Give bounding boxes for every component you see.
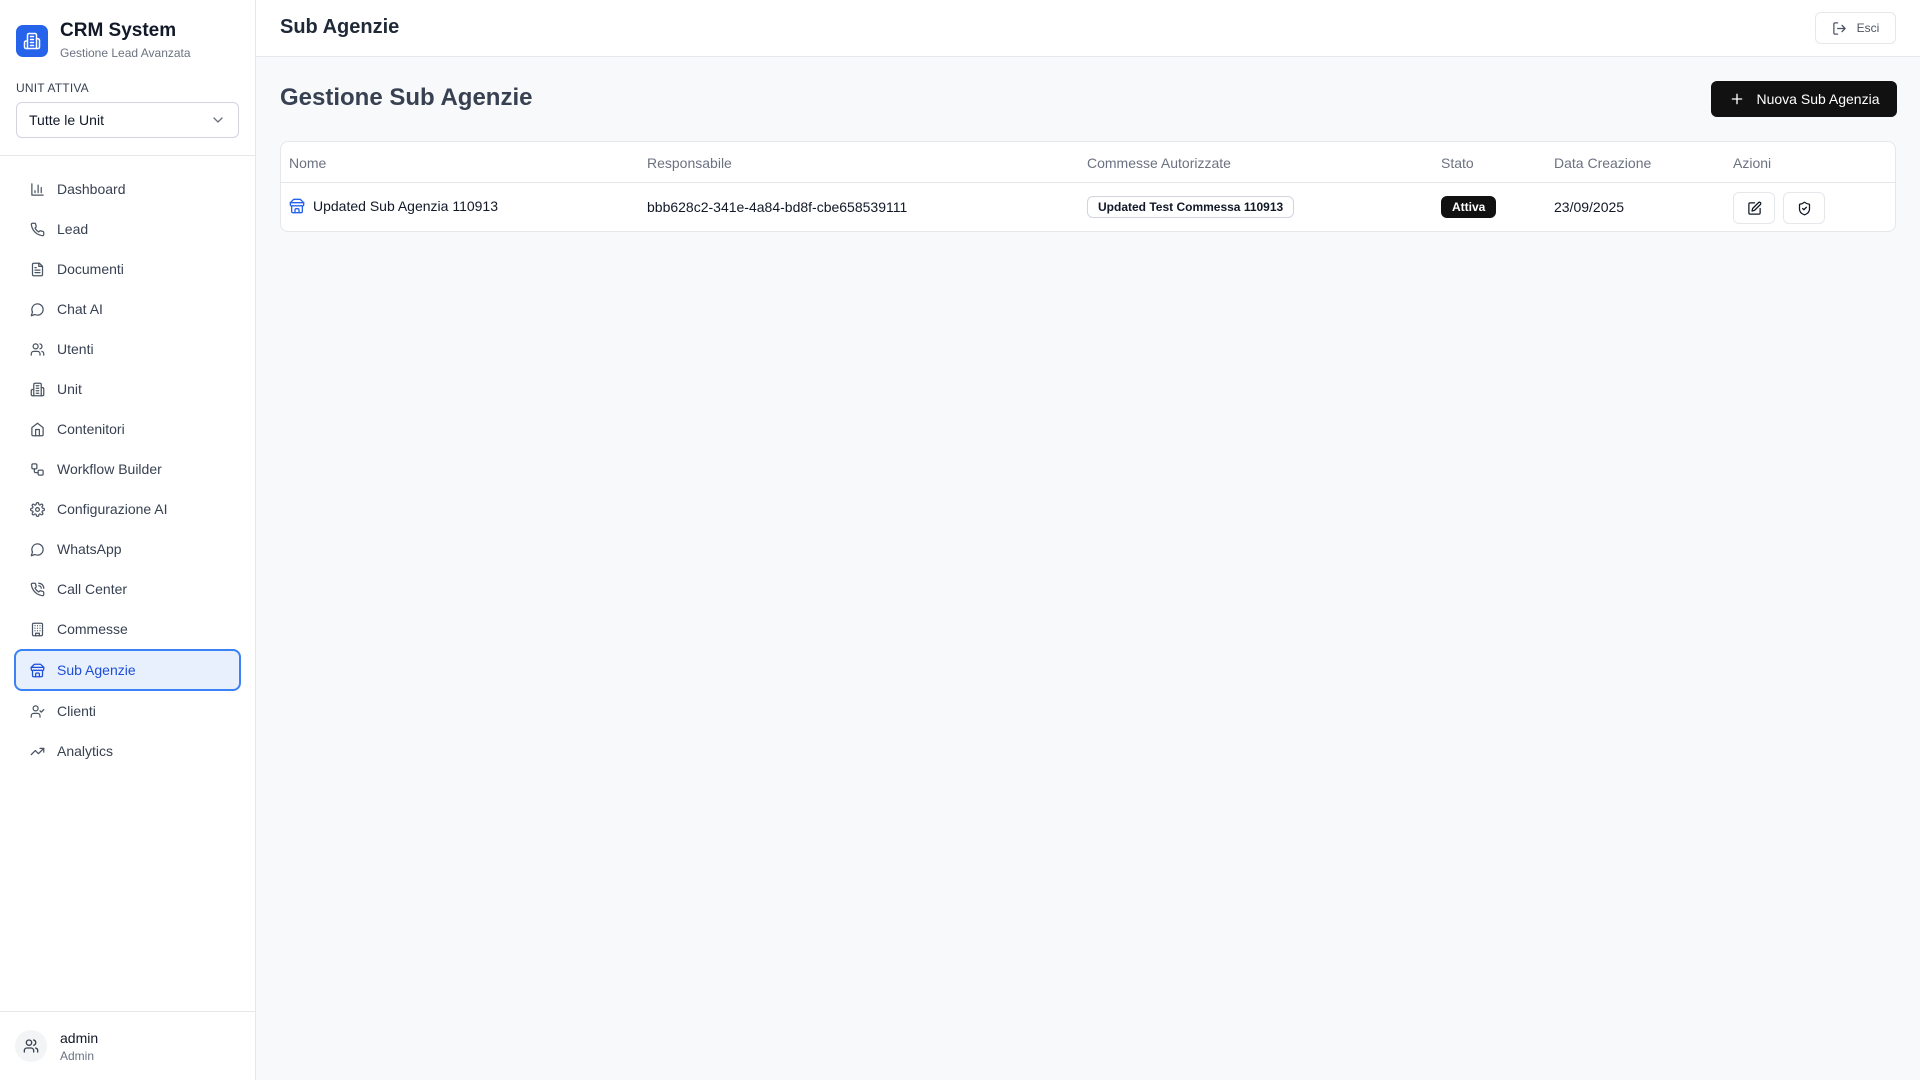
commessa-chip: Updated Test Commessa 110913 — [1087, 196, 1295, 218]
sidebar-item-chat-ai[interactable]: Chat AI — [14, 289, 241, 329]
unit-selector-label: UNIT ATTIVA — [16, 81, 89, 95]
plus-icon — [1729, 91, 1745, 107]
app-title: CRM System — [60, 20, 177, 41]
sidebar-item-label: Configurazione AI — [57, 501, 168, 517]
sidebar-item-label: Lead — [57, 221, 89, 237]
trending-up-icon — [29, 743, 45, 759]
sidebar-item-analytics[interactable]: Analytics — [14, 731, 241, 771]
sidebar-item-unit[interactable]: Unit — [14, 369, 241, 409]
sidebar-item-label: Call Center — [57, 581, 128, 597]
user-role: Admin — [60, 1049, 95, 1063]
column-header-data-creazione[interactable]: Data Creazione — [1554, 155, 1651, 171]
phone-icon — [29, 221, 45, 237]
sub-agencies-table: Nome Responsabile Commesse Autorizzate S… — [280, 141, 1896, 232]
sidebar-item-label: WhatsApp — [57, 541, 122, 557]
column-header-stato[interactable]: Stato — [1441, 155, 1474, 171]
logout-button[interactable]: Esci — [1815, 12, 1896, 44]
edit-icon — [1747, 201, 1762, 216]
sidebar-item-documenti[interactable]: Documenti — [14, 249, 241, 289]
cell-nome: Updated Sub Agenzia 110913 — [289, 198, 498, 214]
brand: CRM System Gestione Lead Avanzata — [16, 20, 191, 61]
chevron-down-icon — [210, 112, 226, 128]
building-icon — [29, 381, 45, 397]
sidebar-item-label: Utenti — [57, 341, 94, 357]
sidebar-item-label: Documenti — [57, 261, 124, 277]
sidebar-item-label: Commesse — [57, 621, 128, 637]
sidebar-nav: Dashboard Lead Documenti Chat AI Utenti … — [14, 169, 241, 771]
shield-check-icon — [1797, 201, 1812, 216]
log-out-icon — [1832, 21, 1847, 36]
column-header-commesse[interactable]: Commesse Autorizzate — [1087, 155, 1231, 171]
table-row[interactable]: Updated Sub Agenzia 110913 bbb628c2-341e… — [281, 183, 1895, 231]
new-sub-agency-label: Nuova Sub Agenzia — [1756, 91, 1880, 107]
avatar[interactable] — [15, 1030, 47, 1062]
sidebar-item-configurazione-ai[interactable]: Configurazione AI — [14, 489, 241, 529]
message-circle-icon — [29, 541, 45, 557]
sub-agency-name: Updated Sub Agenzia 110913 — [313, 198, 499, 214]
building-icon — [16, 24, 48, 57]
app-subtitle: Gestione Lead Avanzata — [60, 46, 191, 60]
building-2-icon — [29, 621, 45, 637]
user-name: admin — [60, 1030, 99, 1046]
sidebar-item-dashboard[interactable]: Dashboard — [14, 169, 241, 209]
sidebar-item-label: Clienti — [57, 703, 96, 719]
status-badge: Attiva — [1441, 196, 1497, 218]
users-icon — [23, 1038, 39, 1054]
sidebar-item-label: Sub Agenzie — [57, 662, 136, 678]
cell-data-creazione: 23/09/2025 — [1554, 199, 1625, 215]
gear-icon — [29, 501, 45, 517]
message-circle-icon — [29, 301, 45, 317]
permissions-button[interactable] — [1783, 192, 1825, 224]
sidebar-item-sub-agenzie[interactable]: Sub Agenzie — [14, 649, 241, 691]
sidebar-item-commesse[interactable]: Commesse — [14, 609, 241, 649]
user-check-icon — [29, 703, 45, 719]
sidebar-item-whatsapp[interactable]: WhatsApp — [14, 529, 241, 569]
table-header: Nome Responsabile Commesse Autorizzate S… — [281, 142, 1895, 183]
sidebar-item-call-center[interactable]: Call Center — [14, 569, 241, 609]
top-header: Sub Agenzie Esci — [256, 0, 1920, 57]
sidebar-item-label: Chat AI — [57, 301, 103, 317]
phone-call-icon — [29, 581, 45, 597]
sidebar-item-label: Unit — [57, 381, 82, 397]
column-header-responsabile[interactable]: Responsabile — [647, 155, 732, 171]
sidebar-item-label: Dashboard — [57, 181, 126, 197]
column-header-nome[interactable]: Nome — [289, 155, 326, 171]
sidebar-item-label: Workflow Builder — [57, 461, 162, 477]
bar-chart-icon — [29, 181, 45, 197]
sidebar-item-contenitori[interactable]: Contenitori — [14, 409, 241, 449]
sidebar-divider — [0, 155, 255, 156]
sidebar-item-label: Contenitori — [57, 421, 125, 437]
store-icon — [289, 198, 305, 214]
logout-label: Esci — [1856, 21, 1880, 35]
file-text-icon — [29, 261, 45, 277]
sidebar-item-lead[interactable]: Lead — [14, 209, 241, 249]
home-icon — [29, 421, 45, 437]
new-sub-agency-button[interactable]: Nuova Sub Agenzia — [1711, 81, 1897, 117]
user-panel: admin Admin — [0, 1011, 255, 1080]
sidebar-item-workflow-builder[interactable]: Workflow Builder — [14, 449, 241, 489]
sidebar-item-label: Analytics — [57, 743, 114, 759]
unit-selector-value: Tutte le Unit — [29, 112, 104, 128]
sidebar-item-clienti[interactable]: Clienti — [14, 691, 241, 731]
cell-responsabile: bbb628c2-341e-4a84-bd8f-cbe658539111 — [647, 199, 908, 215]
unit-selector[interactable]: Tutte le Unit — [16, 102, 239, 138]
sidebar-item-utenti[interactable]: Utenti — [14, 329, 241, 369]
workflow-icon — [29, 461, 45, 477]
users-icon — [29, 341, 45, 357]
page-header-title: Sub Agenzie — [280, 16, 400, 38]
column-header-azioni: Azioni — [1733, 155, 1772, 171]
page-title: Gestione Sub Agenzie — [280, 84, 533, 111]
sidebar: CRM System Gestione Lead Avanzata UNIT A… — [0, 0, 256, 1080]
store-icon — [29, 662, 45, 678]
edit-button[interactable] — [1733, 192, 1775, 224]
